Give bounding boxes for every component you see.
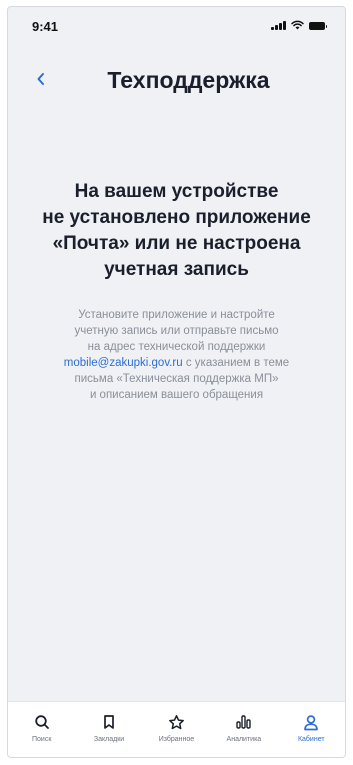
description-line: письма «Техническая поддержка МП» [74,373,279,385]
search-icon [34,715,49,729]
bar-chart-icon [236,715,252,729]
message-content: На вашем устройстве не установлено прило… [8,179,345,403]
bookmark-icon [104,715,114,729]
tab-label: Кабинет [297,736,325,743]
tab-analytics[interactable]: Аналитика [213,712,275,743]
tab-bar: Поиск Закладки Избранное Аналитика Кабин… [8,701,345,757]
headline-line: не установлено приложение [42,207,311,228]
tab-bookmarks[interactable]: Закладки [78,712,140,743]
tab-label: Закладки [93,736,125,743]
star-icon [169,714,184,729]
phone-screen: 9:41 Техподдержка На вашем устройстве не… [7,6,346,758]
description-line: учетную запись или отправьте письмо [74,325,279,337]
description-line: и описанием вашего обращения [89,389,264,401]
page-title: Техподдержка [107,67,270,93]
tab-label: Аналитика [226,736,262,743]
tab-favorites[interactable]: Избранное [145,712,207,743]
description-line: на адрес технической поддержки [87,341,266,353]
headline-line: На вашем устройстве [74,181,279,202]
signal-icon [271,20,286,30]
headline-line: «Почта» или не настроена [52,233,301,254]
tab-search[interactable]: Поиск [11,712,73,743]
nav-header: Техподдержка [8,59,345,99]
error-description: Установите приложение и настройте учетну… [17,307,337,403]
status-time: 9:41 [32,19,59,34]
headline-line: учетная запись [104,259,249,280]
status-icons [271,20,327,30]
error-headline: На вашем устройстве не установлено прило… [17,179,337,283]
user-icon [304,714,319,730]
wifi-icon [291,20,304,30]
status-bar: 9:41 [8,7,345,43]
tab-label: Избранное [158,736,195,743]
tab-label: Поиск [31,736,52,743]
battery-icon [309,22,327,30]
description-line-email: mobile@zakupki.gov.ru с указанием в теме [17,355,337,371]
email-suffix: с указанием в теме [182,357,290,369]
description-line: Установите приложение и настройте [78,309,275,321]
support-email-link[interactable]: mobile@zakupki.gov.ru [64,357,183,369]
tab-cabinet[interactable]: Кабинет [280,712,342,743]
